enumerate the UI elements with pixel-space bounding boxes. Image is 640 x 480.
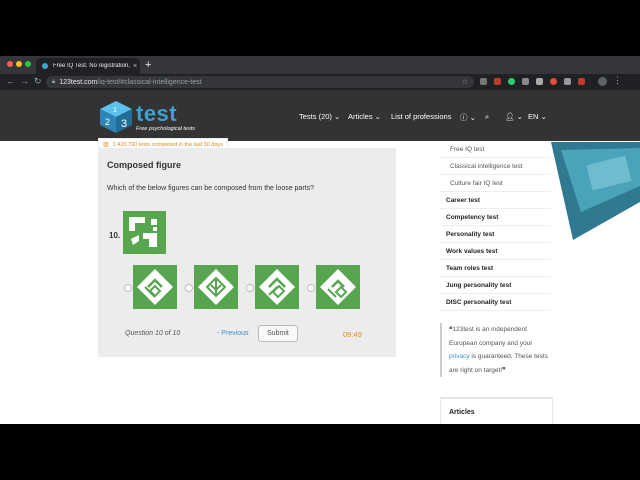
page-viewport: 1 2 3 test Free psychological tests Test… (0, 90, 640, 424)
question-title: Composed figure (107, 160, 182, 170)
sidebar-item-work-values-test[interactable]: Work values test (440, 243, 551, 260)
logo-digit: 3 (121, 118, 127, 130)
articles-heading: Articles (449, 409, 475, 416)
sidebar-item-personality-test[interactable]: Personality test (440, 226, 551, 243)
answer-option[interactable] (185, 265, 245, 309)
answer-radio[interactable] (246, 284, 254, 292)
url-path: /iq-test/#classical-intelligence-test (97, 78, 202, 86)
answer-radio[interactable] (185, 284, 193, 292)
address-bar[interactable]: 🔒︎ 123test.com /iq-test/#classical-intel… (46, 76, 474, 88)
extension-icon[interactable] (578, 78, 585, 85)
answer-figure[interactable] (133, 265, 177, 309)
search-icon[interactable]: ⌕ (485, 112, 489, 122)
question-panel: Composed figure Which of the below figur… (98, 148, 396, 357)
previous-link[interactable]: - Previous (217, 330, 249, 337)
decorative-header-image (551, 142, 640, 242)
question-number: 10. (109, 231, 121, 240)
answer-option[interactable] (246, 265, 306, 309)
extension-icon[interactable] (564, 78, 571, 85)
forward-icon[interactable]: → (20, 76, 29, 86)
nav-professions[interactable]: List of professions (391, 112, 451, 121)
sidebar-item-disc-personality-test[interactable]: DISC personality test (440, 294, 551, 311)
more-menu-icon[interactable]: ⋮ (613, 75, 622, 86)
favicon-icon (42, 63, 48, 69)
question-progress: Question 10 of 10 (125, 330, 181, 337)
quote-close-icon: ❞ (502, 366, 506, 374)
question-text: Which of the below figures can be compos… (107, 185, 314, 192)
lock-icon: 🔒︎ (52, 78, 56, 85)
sidebar-item-jung-personality-test[interactable]: Jung personality test (440, 277, 551, 294)
answer-figure[interactable] (316, 265, 360, 309)
nav-tests[interactable]: Tests (20) ⌄ (299, 112, 340, 121)
answer-figure[interactable] (255, 265, 299, 309)
extension-icon[interactable] (494, 78, 501, 85)
articles-box: Articles (440, 397, 553, 424)
trust-quote: ❝123test is an independent European comp… (440, 323, 553, 377)
sidebar-item-competency-test[interactable]: Competency test (440, 209, 551, 226)
extension-icon[interactable] (550, 78, 557, 85)
browser-tab[interactable]: Free IQ Test. No registration, ... × (36, 58, 140, 74)
site-header: 1 2 3 test Free psychological tests Test… (0, 90, 640, 141)
tests-counter-text: 1.420.790 tests completed in the last 30… (112, 141, 224, 148)
tab-title: Free IQ Test. No registration, ... (53, 63, 131, 69)
answer-option[interactable] (124, 265, 184, 309)
sidebar-item-classical-intelligence-test[interactable]: Classical intelligence test (440, 158, 551, 175)
new-tab-button[interactable]: + (145, 59, 151, 71)
privacy-link[interactable]: privacy (449, 353, 470, 360)
answer-figure[interactable] (194, 265, 238, 309)
logo-cube-icon[interactable]: 1 2 3 (98, 100, 134, 134)
sidebar-item-free-iq-test[interactable]: Free IQ test (440, 141, 551, 158)
extension-icon[interactable] (536, 78, 543, 85)
logo-digit: 1 (113, 107, 117, 114)
url-host: 123test.com (59, 78, 98, 86)
close-window-button[interactable] (7, 61, 13, 67)
bar-chart-icon: ▥ (103, 142, 109, 148)
answer-radio[interactable] (307, 284, 315, 292)
back-icon[interactable]: ← (6, 76, 15, 86)
bookmark-star-icon[interactable]: ☆ (462, 78, 468, 86)
logo-digit: 2 (105, 117, 110, 127)
profile-avatar[interactable] (598, 77, 607, 86)
extension-icon[interactable] (480, 78, 487, 85)
nav-articles[interactable]: Articles ⌄ (348, 112, 381, 121)
tests-sidebar: Free IQ test Classical intelligence test… (440, 141, 551, 311)
user-icon[interactable]: 👤︎ ⌄ (505, 112, 523, 121)
sidebar-item-team-roles-test[interactable]: Team roles test (440, 260, 551, 277)
info-icon[interactable]: ⓘ ⌄ (460, 112, 476, 123)
sidebar-item-culture-fair-iq-test[interactable]: Culture fair IQ test (440, 175, 551, 192)
minimize-window-button[interactable] (16, 61, 22, 67)
sidebar-item-career-test[interactable]: Career test (440, 192, 551, 209)
logo-tagline: Free psychological tests (136, 126, 195, 132)
extension-icon[interactable] (508, 78, 515, 85)
reload-icon[interactable]: ↻ (34, 76, 42, 87)
zoom-window-button[interactable] (25, 61, 31, 67)
answer-radio[interactable] (124, 284, 132, 292)
extension-icon[interactable] (522, 78, 529, 85)
tab-close-icon[interactable]: × (133, 63, 137, 70)
loose-parts-figure (123, 211, 166, 254)
logo-text[interactable]: test (136, 101, 177, 127)
timer: 09:49 (343, 330, 362, 339)
answer-option[interactable] (307, 265, 367, 309)
language-select[interactable]: EN ⌄ (528, 112, 547, 121)
submit-button[interactable]: Submit (258, 325, 298, 342)
